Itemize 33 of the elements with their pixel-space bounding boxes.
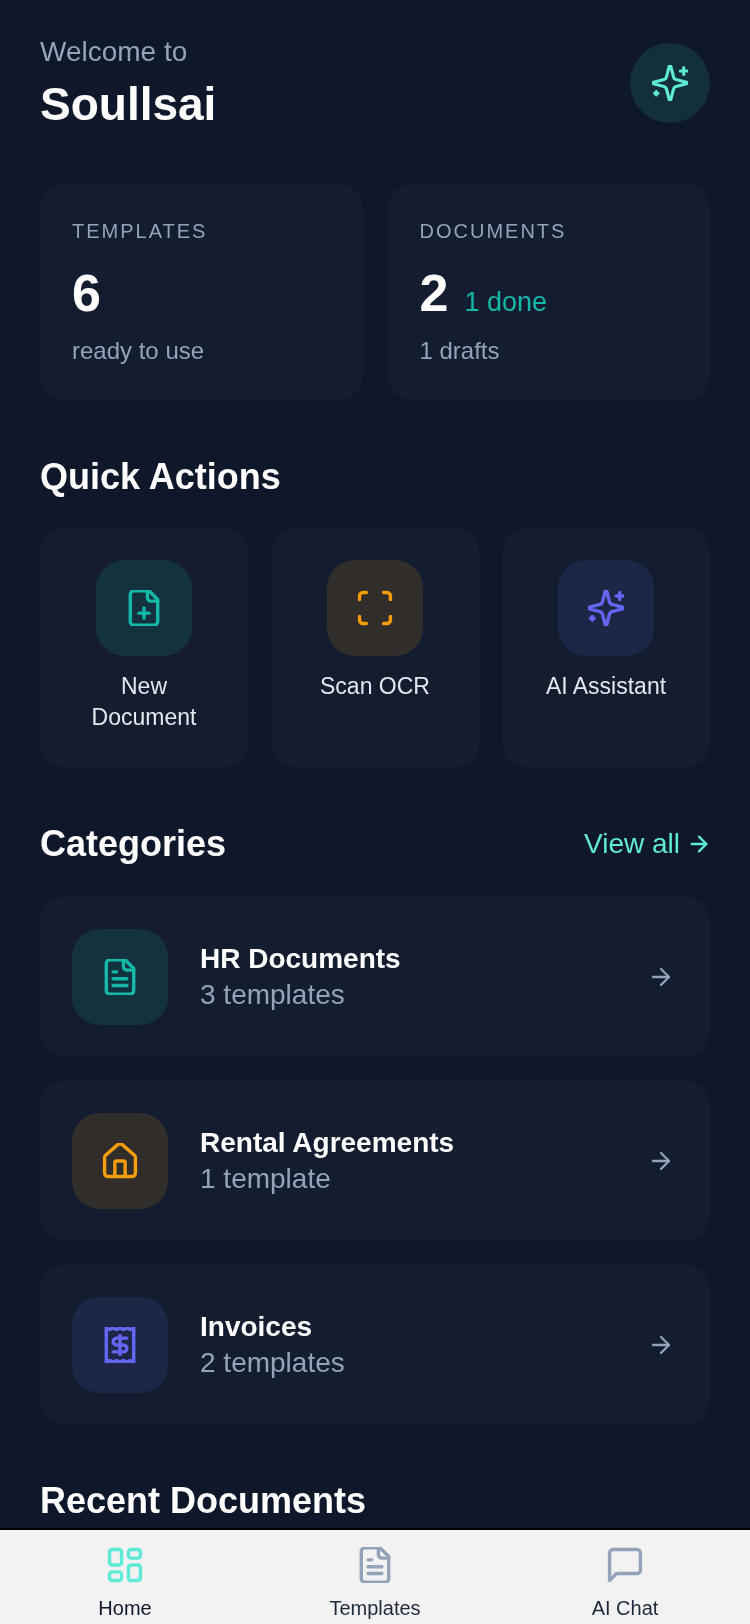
nav-tab[interactable]: Templates — [250, 1530, 500, 1624]
welcome-text: Welcome to — [40, 35, 189, 69]
template-count: 1 template — [200, 1161, 332, 1196]
arrow-right-icon — [688, 833, 710, 855]
nav-tab[interactable]: AI Chat — [500, 1530, 750, 1624]
section-heading: Quick Actions — [40, 455, 282, 499]
category-card[interactable]: Rental Agreements 1 template — [40, 1081, 710, 1240]
category-card[interactable]: HR Documents 3 templates — [40, 897, 710, 1056]
section-heading: Categories — [40, 822, 227, 866]
category-title: Rental Agreements — [200, 1125, 456, 1160]
grid-icon — [107, 1547, 143, 1583]
category-title: HR Documents — [200, 941, 402, 976]
stat-caption: 1 drafts — [419, 336, 501, 366]
template-count: 3 templates — [200, 977, 346, 1012]
nav-tab[interactable]: Home — [0, 1530, 250, 1624]
stat-caption: ready to use — [72, 336, 206, 366]
app-title: Soullsai — [40, 78, 217, 130]
template-count: 2 templates — [200, 1345, 346, 1380]
sparkle-icon — [652, 65, 688, 101]
stat-label: TEMPLATES — [72, 219, 209, 243]
chat-bubble-icon — [607, 1547, 643, 1583]
stat-value: 2 — [419, 265, 449, 321]
stat-value: 6 — [72, 265, 101, 321]
category-title: Invoices — [200, 1309, 314, 1344]
section-heading: Recent Documents — [40, 1479, 368, 1523]
stat-note: 1 done — [464, 286, 547, 318]
quick-action-button[interactable]: AI Assistant — [502, 528, 710, 767]
quick-action-button[interactable]: Scan OCR — [271, 528, 479, 767]
category-card[interactable]: Invoices 2 templates — [40, 1265, 710, 1424]
stat-label: DOCUMENTS — [419, 219, 568, 243]
view-all-link[interactable]: View all — [584, 826, 710, 862]
quick-action-button[interactable]: New Document — [40, 528, 248, 767]
document-icon — [357, 1547, 393, 1583]
